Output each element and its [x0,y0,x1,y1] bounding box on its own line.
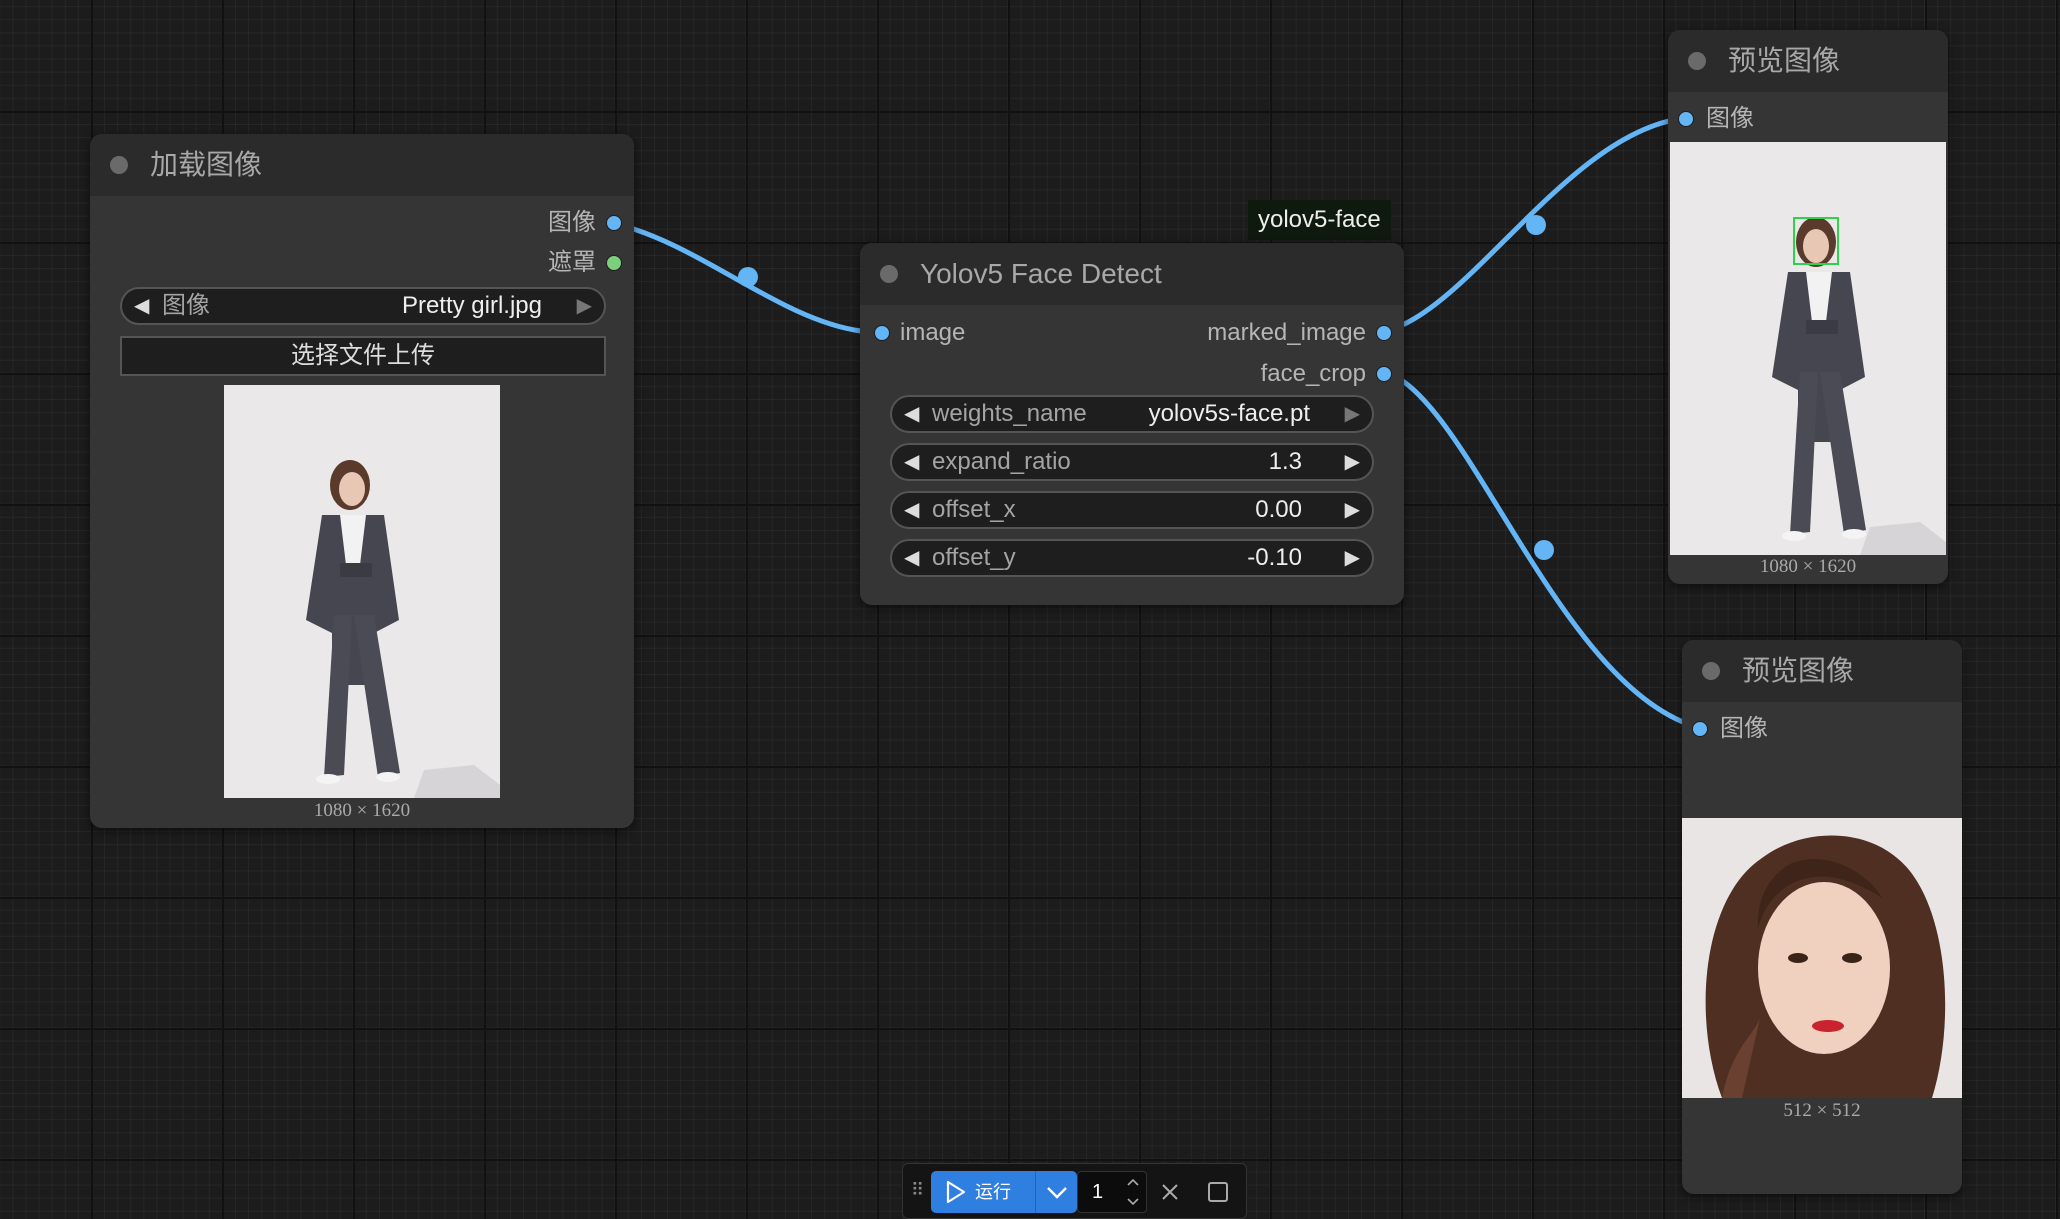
queue-count-input[interactable]: 1 [1077,1171,1147,1213]
run-mode-dropdown[interactable] [1035,1171,1077,1213]
link-crop-to-preview2 [1385,369,1701,731]
widget-value: -0.10 [1247,544,1302,571]
output-marked-image-port[interactable] [1376,325,1392,341]
link-midpoint-1 [738,267,758,287]
widget-label: 图像 [162,292,210,319]
collapse-dot-icon[interactable] [880,265,898,283]
link-midpoint-2 [1526,215,1546,235]
output-face-crop-label: face_crop [1260,360,1366,387]
increment-arrow-icon[interactable]: ▶ [1345,493,1360,527]
stepper-arrows-icon[interactable] [1126,1176,1140,1208]
output-face-crop-port[interactable] [1376,366,1392,382]
widget-label: expand_ratio [932,448,1071,475]
close-icon[interactable] [1155,1177,1185,1207]
decrement-arrow-icon[interactable]: ◀ [904,445,919,479]
play-icon [946,1180,966,1204]
increment-arrow-icon[interactable]: ▶ [577,289,592,323]
output-mask-label: 遮罩 [548,249,596,276]
input-image-port[interactable] [874,325,890,341]
collapse-dot-icon[interactable] [1702,662,1720,680]
input-image-label: 图像 [1720,715,1768,742]
face-detect-node[interactable]: Yolov5 Face Detect image marked_image fa… [860,243,1404,605]
input-image-label: 图像 [1706,105,1754,132]
node-title: 加载图像 [150,149,263,180]
run-label: 运行 [975,1182,1011,1202]
chevron-down-icon [1047,1187,1067,1199]
link-midpoint-3 [1534,540,1554,560]
decrement-arrow-icon[interactable]: ◀ [904,493,919,527]
widget-value: yolov5s-face.pt [1148,400,1310,427]
node-title-bar[interactable]: Yolov5 Face Detect [860,243,1404,305]
offset-y-widget[interactable]: ◀ offset_y -0.10 ▶ [890,539,1374,577]
node-title-bar[interactable]: 预览图像 [1668,30,1948,92]
widget-value: 1.3 [1268,448,1302,475]
upload-file-button[interactable]: 选择文件上传 [120,336,606,376]
widget-value: 0.00 [1255,496,1302,523]
link-load-to-detect [615,221,862,334]
widget-label: offset_x [932,496,1016,523]
queue-count-value: 1 [1092,1181,1104,1203]
face-portrait-icon [1682,818,1962,1098]
woman-photo-icon [224,385,500,798]
node-badge: yolov5-face [1248,200,1391,240]
output-image-port[interactable] [606,215,622,231]
decrement-arrow-icon[interactable]: ◀ [904,397,919,431]
output-image-label: 图像 [548,209,596,236]
preview-image-node-1[interactable]: 预览图像 图像 1080 × 1620 [1668,30,1948,584]
node-title: Yolov5 Face Detect [920,258,1162,289]
image-size-label: 512 × 512 [1783,1100,1861,1121]
node-title: 预览图像 [1742,655,1855,686]
output-marked-image-label: marked_image [1207,319,1366,346]
run-button[interactable]: 运行 [931,1171,1035,1213]
preview-image-node-2[interactable]: 预览图像 图像 512 × 512 [1682,640,1962,1194]
node-title-bar[interactable]: 加载图像 [90,134,634,196]
collapse-dot-icon[interactable] [110,156,128,174]
queue-toolbar: ⠿ 运行 1 [902,1163,1247,1219]
input-image-port[interactable] [1678,111,1694,127]
widget-label: weights_name [932,400,1087,427]
load-image-node[interactable]: 加载图像 图像 遮罩 ◀ 图像 Pretty girl.jpg ▶ 选择文件上传… [90,134,634,828]
woman-photo-marked-icon [1670,142,1946,555]
increment-arrow-icon[interactable]: ▶ [1345,445,1360,479]
loaded-image-preview [224,385,500,798]
image-combo-widget[interactable]: ◀ 图像 Pretty girl.jpg ▶ [120,287,606,325]
offset-x-widget[interactable]: ◀ offset_x 0.00 ▶ [890,491,1374,529]
collapse-dot-icon[interactable] [1688,52,1706,70]
stop-square-icon[interactable] [1203,1177,1233,1207]
decrement-arrow-icon[interactable]: ◀ [904,541,919,575]
drag-handle-icon[interactable]: ⠿ [911,1180,924,1201]
node-title-bar[interactable]: 预览图像 [1682,640,1962,702]
widget-value: Pretty girl.jpg [401,292,542,319]
link-marked-to-preview1 [1385,115,1687,334]
weights-name-widget[interactable]: ◀ weights_name yolov5s-face.pt ▶ [890,395,1374,433]
decrement-arrow-icon[interactable]: ◀ [134,289,149,323]
output-mask-port[interactable] [606,255,622,271]
expand-ratio-widget[interactable]: ◀ expand_ratio 1.3 ▶ [890,443,1374,481]
increment-arrow-icon[interactable]: ▶ [1345,541,1360,575]
image-size-label: 1080 × 1620 [313,800,411,821]
increment-arrow-icon[interactable]: ▶ [1345,397,1360,431]
input-image-port[interactable] [1692,721,1708,737]
marked-image-preview [1670,142,1946,555]
input-image-label: image [900,319,966,346]
widget-label: offset_y [932,544,1016,571]
image-size-label: 1080 × 1620 [1759,556,1857,577]
face-crop-preview [1682,818,1962,1098]
node-title: 预览图像 [1728,45,1841,76]
